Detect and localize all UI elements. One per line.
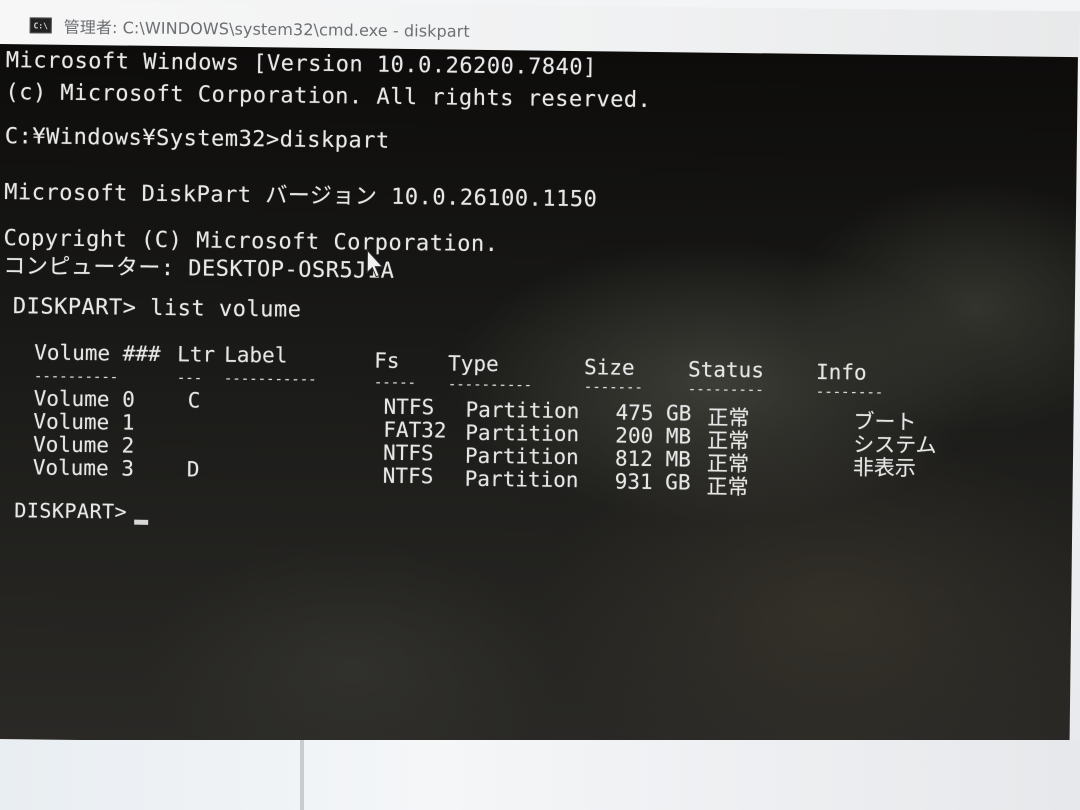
row1-type: Partition — [465, 420, 580, 447]
row3-fs: NTFS — [382, 463, 434, 489]
console-line-list-volume: DISKPART> list volume — [12, 294, 302, 323]
desk-seam — [300, 740, 304, 810]
row3-volume: Volume 3 — [32, 455, 135, 481]
column-header-size: Size — [583, 355, 635, 380]
row3-status: 正常 — [706, 474, 749, 500]
row1-fs: FAT32 — [383, 417, 447, 443]
diskpart-prompt[interactable]: DISKPART> — [14, 498, 127, 523]
row1-size: 200 MB — [615, 423, 692, 449]
row0-type: Partition — [465, 397, 580, 424]
row0-size: 475 GB — [615, 400, 692, 426]
column-header-ltr: Ltr — [177, 342, 216, 367]
row2-fs: NTFS — [382, 440, 434, 466]
dash-info: -------- — [815, 383, 884, 401]
cmd-icon: C:\ — [29, 17, 52, 34]
console-line-version: Microsoft Windows [Version 10.0.26200.78… — [5, 48, 597, 81]
row2-size: 812 MB — [614, 446, 691, 472]
dash-fs: ----- — [373, 374, 417, 392]
row3-type: Partition — [464, 466, 579, 493]
photo-of-monitor: C:\ 管理者: C:\WINDOWS\system32\cmd.exe - d… — [0, 0, 1080, 810]
dash-size: ------- — [583, 379, 643, 396]
console-line-computer-name: コンピューター: DESKTOP-OSR5J1A — [3, 254, 395, 284]
console-line-copyright-ms: (c) Microsoft Corporation. All rights re… — [5, 80, 652, 113]
dash-type: ---------- — [447, 376, 533, 394]
desk-surface — [0, 740, 1080, 810]
row2-volume: Volume 2 — [32, 432, 135, 458]
column-header-fs: Fs — [374, 348, 400, 373]
row0-ltr: C — [187, 388, 201, 413]
row0-fs: NTFS — [383, 394, 435, 420]
row1-volume: Volume 1 — [33, 409, 135, 435]
console-line-command-diskpart: C:¥Windows¥System32>diskpart — [4, 124, 390, 154]
column-header-type: Type — [447, 351, 499, 377]
column-header-volume: Volume ### — [34, 340, 161, 366]
row3-size: 931 GB — [614, 469, 691, 495]
console-line-diskpart-version: Microsoft DiskPart バージョン 10.0.26100.1150 — [4, 180, 598, 213]
mouse-pointer-icon — [366, 249, 384, 278]
row0-volume: Volume 0 — [33, 386, 135, 412]
column-header-label: Label — [224, 342, 288, 368]
window-title: 管理者: C:\WINDOWS\system32\cmd.exe - diskp… — [63, 17, 470, 41]
text-cursor — [134, 519, 149, 525]
dash-label: ----------- — [223, 370, 317, 388]
row2-type: Partition — [464, 443, 579, 470]
dash-volume: ---------- — [33, 368, 119, 386]
column-header-status: Status — [687, 357, 765, 383]
row3-ltr: D — [186, 457, 200, 482]
row2-info: 非表示 — [852, 455, 917, 481]
column-header-info: Info — [815, 359, 867, 385]
dash-ltr: --- — [176, 370, 203, 387]
dash-status: --------- — [687, 381, 764, 399]
console-window[interactable]: Microsoft Windows [Version 10.0.26200.78… — [0, 44, 1078, 753]
